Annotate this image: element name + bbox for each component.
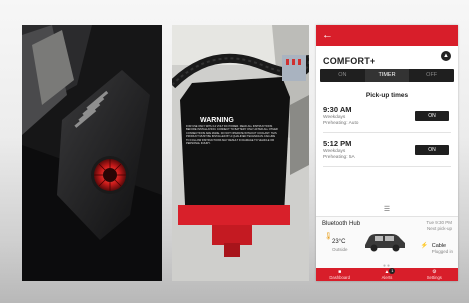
drag-handle-icon[interactable]: ☰ (316, 205, 458, 213)
tab-alerts[interactable]: ▲ 1 Alerts (363, 268, 410, 281)
pickup-toggle[interactable]: ON (415, 145, 449, 155)
pickup-time-row[interactable]: 9:30 AM Weekdays Preheating: Auto ON (323, 105, 451, 133)
warning-label-text: FOR USE ONLY WITH 12 VOLT DC POWER. READ… (186, 125, 278, 146)
next-pickup-info: Tue 9:30 PM Next pick-up (426, 220, 452, 231)
photo-seat-device (22, 25, 162, 281)
mode-tab-timer[interactable]: TIMER (364, 69, 410, 82)
tab-dashboard[interactable]: ■ Dashboard (316, 268, 363, 281)
warning-label-title: WARNING (200, 117, 234, 124)
pickup-time-row[interactable]: 5:12 PM Weekdays Preheating: 5A ON (323, 139, 451, 167)
pickup-detail: Preheating: Auto (323, 121, 359, 126)
hub-title: Bluetooth Hub (322, 221, 361, 227)
tab-label: Settings (426, 275, 442, 280)
mode-tab-off[interactable]: OFF (409, 69, 454, 82)
photo-engine-heater: WARNING FOR USE ONLY WITH 12 VOLT DC POW… (172, 25, 309, 281)
car-icon (365, 234, 405, 252)
engine-heater-illustration (172, 25, 309, 281)
pickup-toggle[interactable]: ON (415, 111, 449, 121)
bluetooth-hub-card: Bluetooth Hub Tue 9:30 PM Next pick-up 🌡… (316, 216, 458, 268)
tab-label: Alerts (381, 275, 393, 280)
plug-icon: ⚡ (420, 243, 428, 249)
outside-temperature-label: Outside (332, 247, 348, 252)
seat-device-illustration (22, 25, 162, 281)
page: { "photo_panel_2": { "label_title": "WAR… (0, 0, 469, 303)
pickup-heading: Pick-up times (365, 92, 409, 99)
next-pickup-time: Tue 9:30 PM (426, 220, 452, 225)
chevron-up-icon[interactable]: ▲ (441, 51, 451, 61)
cable-status: Cable Plugged in (432, 243, 453, 255)
app-header-bar: ← (316, 25, 458, 46)
outside-temperature: 23°C (332, 239, 346, 245)
mode-title: COMFORT+ (323, 56, 376, 66)
tab-settings[interactable]: ⚙ Settings (411, 268, 458, 281)
mode-title-row: COMFORT+ ▲ (316, 46, 458, 66)
pickup-detail: Preheating: 5A (323, 155, 355, 160)
back-arrow-icon[interactable]: ← (322, 28, 333, 42)
bottom-tab-bar: ■ Dashboard ▲ 1 Alerts ⚙ Settings (316, 268, 458, 281)
next-pickup-label: Next pick-up (426, 225, 452, 231)
phone-app-screen: ← COMFORT+ ▲ ON TIMER OFF Pick-up times … (316, 25, 458, 281)
cable-state: Plugged in (431, 249, 453, 254)
mode-tab-on[interactable]: ON (320, 69, 365, 82)
mode-segmented-control: ON TIMER OFF (320, 69, 454, 82)
tab-label: Dashboard (329, 275, 350, 280)
